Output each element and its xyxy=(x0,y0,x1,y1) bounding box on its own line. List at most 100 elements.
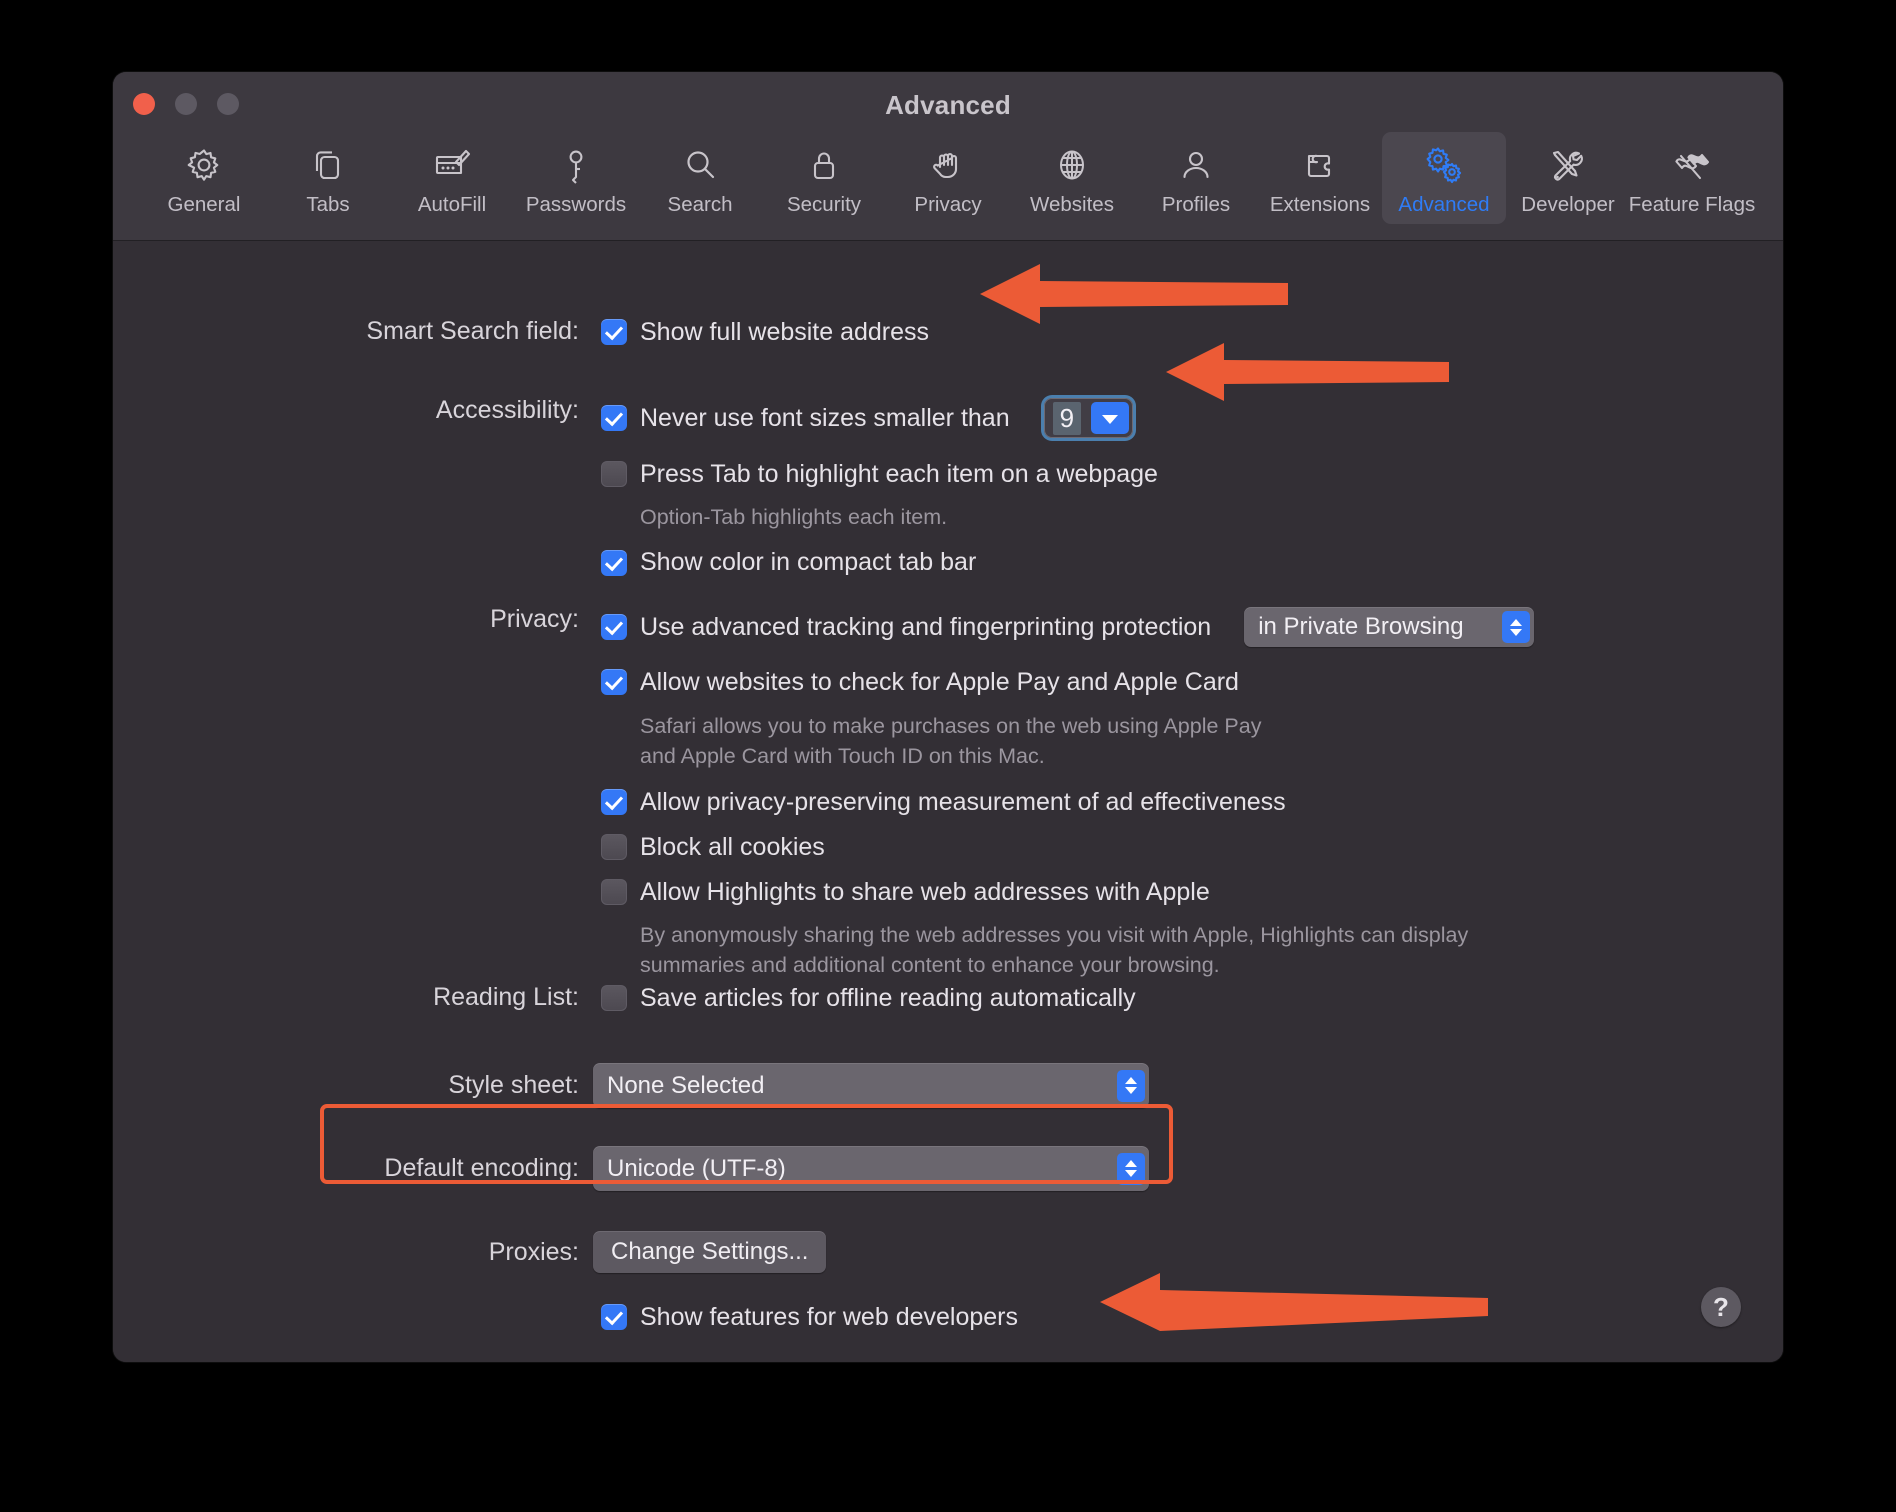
minimum-font-size-value[interactable]: 9 xyxy=(1052,401,1082,435)
toolbar-tab-label: General xyxy=(167,193,241,216)
safari-settings-window: Advanced General Tabs AutoFill Passwords… xyxy=(113,72,1783,1362)
show-full-website-address[interactable]: Show full website address xyxy=(601,319,929,345)
default-encoding-select[interactable]: Unicode (UTF-8) xyxy=(593,1146,1149,1191)
press-tab-hint: Option-Tab highlights each item. xyxy=(640,505,948,529)
help-button[interactable]: ? xyxy=(1701,1287,1741,1327)
press-tab-highlight-option[interactable]: Press Tab to highlight each item on a we… xyxy=(601,461,1158,487)
person-icon xyxy=(1174,142,1218,188)
advanced-tracking-protection-checkbox[interactable] xyxy=(601,614,627,640)
up-down-chevron-icon[interactable] xyxy=(1117,1152,1145,1185)
key-icon xyxy=(554,142,598,188)
minimum-font-size-label: Never use font sizes smaller than xyxy=(640,403,1010,432)
tracking-protection-scope-value: in Private Browsing xyxy=(1258,613,1464,640)
toolbar-tab-advanced[interactable]: Advanced xyxy=(1382,132,1506,224)
default-encoding-row: Default encoding: Unicode (UTF-8) xyxy=(113,1146,1783,1191)
show-color-compact-tab-bar-checkbox[interactable] xyxy=(601,549,627,576)
block-all-cookies-label: Block all cookies xyxy=(640,832,825,861)
default-encoding-label: Default encoding: xyxy=(384,1154,579,1182)
ad-measurement-option[interactable]: Allow privacy-preserving measurement of … xyxy=(601,787,1534,816)
press-tab-highlight-checkbox[interactable] xyxy=(601,461,627,487)
web-developers-row: Show features for web developers xyxy=(113,1304,1783,1330)
show-features-for-web-developers-label: Show features for web developers xyxy=(640,1302,1018,1331)
show-full-website-address-label: Show full website address xyxy=(640,317,930,346)
apple-pay-hint: Safari allows you to make purchases on t… xyxy=(640,714,1262,768)
advanced-settings-panel: Smart Search field: Show full website ad… xyxy=(113,241,1783,1362)
toolbar-tab-autofill[interactable]: AutoFill xyxy=(390,132,514,224)
style-sheet-label: Style sheet: xyxy=(448,1071,579,1099)
tabs-icon xyxy=(306,142,350,188)
style-sheet-row: Style sheet: None Selected xyxy=(113,1063,1783,1108)
toolbar-tab-tabs[interactable]: Tabs xyxy=(266,132,390,224)
change-proxy-settings-button[interactable]: Change Settings... xyxy=(593,1231,827,1273)
save-articles-offline-checkbox[interactable] xyxy=(601,985,627,1011)
toolbar-tab-label: Advanced xyxy=(1398,193,1490,216)
minimum-font-size-checkbox[interactable] xyxy=(601,405,627,431)
block-all-cookies-option[interactable]: Block all cookies xyxy=(601,832,1534,861)
show-color-compact-tab-bar-option[interactable]: Show color in compact tab bar xyxy=(601,548,1158,577)
style-sheet-value: None Selected xyxy=(607,1071,765,1099)
tracking-protection-scope-select[interactable]: in Private Browsing xyxy=(1244,607,1535,647)
toolbar-tab-general[interactable]: General xyxy=(142,132,266,224)
toolbar-tab-label: Extensions xyxy=(1269,193,1371,216)
toolbar-tab-websites[interactable]: Websites xyxy=(1010,132,1134,224)
toolbar-tab-label: Tabs xyxy=(306,193,350,216)
reading-list-label: Reading List: xyxy=(433,983,579,1011)
accessibility-label: Accessibility: xyxy=(435,396,579,424)
save-articles-offline-label: Save articles for offline reading automa… xyxy=(640,983,1136,1012)
highlights-share-label: Allow Highlights to share web addresses … xyxy=(640,877,1210,906)
show-color-compact-tab-bar-label: Show color in compact tab bar xyxy=(640,548,977,577)
save-articles-offline-option[interactable]: Save articles for offline reading automa… xyxy=(601,985,1136,1011)
window-title: Advanced xyxy=(885,90,1011,120)
show-features-for-web-developers[interactable]: Show features for web developers xyxy=(601,1304,1018,1330)
toolbar-tab-label: AutoFill xyxy=(417,193,487,216)
up-down-chevron-icon[interactable] xyxy=(1502,611,1531,643)
ad-measurement-checkbox[interactable] xyxy=(601,789,627,816)
minimum-font-size-option[interactable]: Never use font sizes smaller than 9 xyxy=(601,398,1158,438)
screenshot-root: Advanced General Tabs AutoFill Passwords… xyxy=(0,0,1896,1512)
search-icon xyxy=(678,142,722,188)
privacy-row: Privacy: Use advanced tracking and finge… xyxy=(113,607,1783,981)
advanced-tracking-protection-option[interactable]: Use advanced tracking and fingerprinting… xyxy=(601,607,1535,647)
toolbar-tab-privacy[interactable]: Privacy xyxy=(886,132,1010,224)
ad-measurement-label: Allow privacy-preserving measurement of … xyxy=(640,787,1286,816)
toolbar-tab-label: Passwords xyxy=(525,193,627,216)
toolbar-tab-label: Privacy xyxy=(914,193,982,216)
toolbar-tab-extensions[interactable]: Extensions xyxy=(1258,132,1382,224)
toolbar-tab-profiles[interactable]: Profiles xyxy=(1134,132,1258,224)
up-down-chevron-icon[interactable] xyxy=(1117,1069,1145,1102)
window-titlebar: Advanced General Tabs AutoFill Passwords… xyxy=(113,72,1783,241)
apple-pay-option[interactable]: Allow websites to check for Apple Pay an… xyxy=(601,669,1534,695)
chevron-down-icon[interactable] xyxy=(1091,402,1130,434)
toolbar-tab-passwords[interactable]: Passwords xyxy=(514,132,638,224)
toolbar-tab-label: Feature Flags xyxy=(1628,193,1756,216)
toolbar-tab-feature-flags[interactable]: Feature Flags xyxy=(1628,132,1756,224)
show-features-for-web-developers-checkbox[interactable] xyxy=(601,1304,627,1330)
reading-list-row: Reading List: Save articles for offline … xyxy=(113,985,1783,1011)
lock-icon xyxy=(802,142,846,188)
toolbar-tab-label: Websites xyxy=(1030,193,1114,216)
highlights-share-option[interactable]: Allow Highlights to share web addresses … xyxy=(601,877,1534,906)
flags-icon xyxy=(1667,142,1717,188)
smart-search-field-label: Smart Search field: xyxy=(366,317,579,345)
toolbar-tab-label: Developer xyxy=(1521,193,1615,216)
style-sheet-select[interactable]: None Selected xyxy=(593,1063,1149,1108)
smart-search-field-row: Smart Search field: Show full website ad… xyxy=(113,319,1783,345)
toolbar-tab-developer[interactable]: Developer xyxy=(1506,132,1630,224)
puzzle-icon xyxy=(1297,142,1343,188)
minimum-font-size-combo[interactable]: 9 xyxy=(1043,398,1134,438)
toolbar-tab-search[interactable]: Search xyxy=(638,132,762,224)
proxies-label: Proxies: xyxy=(488,1237,579,1266)
apple-pay-label: Allow websites to check for Apple Pay an… xyxy=(640,667,1239,696)
toolbar-tab-label: Search xyxy=(667,193,733,216)
apple-pay-checkbox[interactable] xyxy=(601,669,627,695)
privacy-label: Privacy: xyxy=(490,605,579,633)
press-tab-highlight-label: Press Tab to highlight each item on a we… xyxy=(640,459,1158,488)
show-full-website-address-checkbox[interactable] xyxy=(601,319,627,345)
highlights-share-checkbox[interactable] xyxy=(601,879,627,906)
toolbar-tab-security[interactable]: Security xyxy=(762,132,886,224)
globe-icon xyxy=(1050,142,1094,188)
block-all-cookies-checkbox[interactable] xyxy=(601,834,627,861)
highlights-share-hint: By anonymously sharing the web addresses… xyxy=(640,923,1469,977)
toolbar-tab-label: Profiles xyxy=(1161,193,1231,216)
tools-icon xyxy=(1545,142,1591,188)
